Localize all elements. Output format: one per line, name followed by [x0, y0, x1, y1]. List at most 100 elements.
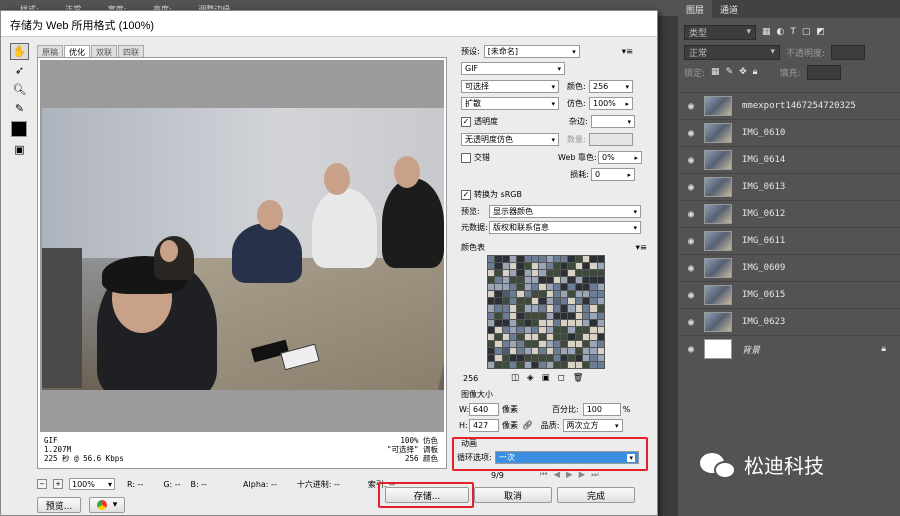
color-swatch[interactable]	[590, 284, 597, 291]
color-swatch[interactable]	[502, 298, 509, 305]
done-button[interactable]: 完成	[557, 487, 635, 503]
lock-paint-icon[interactable]: ✎	[726, 67, 734, 77]
fill-field[interactable]	[806, 64, 841, 80]
color-swatch[interactable]	[539, 270, 546, 277]
color-swatch[interactable]	[539, 298, 546, 305]
dither-amount[interactable]: 100% ▸	[589, 97, 633, 110]
color-swatch[interactable]	[524, 305, 531, 312]
color-swatch[interactable]	[517, 291, 524, 298]
color-swatch[interactable]	[488, 333, 495, 340]
color-swatch[interactable]	[546, 305, 553, 312]
color-swatch[interactable]	[488, 291, 495, 298]
color-swatch[interactable]	[502, 284, 509, 291]
convert-srgb-checkbox[interactable]: ✓	[461, 189, 471, 200]
color-swatch[interactable]	[531, 256, 539, 263]
color-swatch[interactable]	[502, 354, 509, 361]
layer-row[interactable]: ◉ IMG_0611	[678, 227, 900, 254]
layer-row[interactable]: ◉ IMG_0612	[678, 200, 900, 227]
color-swatch[interactable]	[553, 298, 561, 305]
color-swatch[interactable]	[546, 354, 553, 361]
color-swatch[interactable]	[568, 354, 575, 361]
color-swatch[interactable]	[502, 263, 509, 270]
color-swatch[interactable]	[509, 256, 517, 263]
panel-menu-icon[interactable]: ▾≡	[622, 47, 633, 57]
cancel-button[interactable]: 取消	[474, 487, 552, 503]
color-swatch[interactable]	[509, 340, 517, 347]
visibility-eye-icon[interactable]: ◉	[678, 155, 704, 166]
lock-color-icon[interactable]: ▣	[542, 373, 550, 383]
color-swatch[interactable]	[531, 291, 539, 298]
layer-lock-icon[interactable]: 🔒︎	[881, 344, 886, 354]
color-swatch[interactable]	[575, 312, 583, 319]
layer-row[interactable]: ◉ IMG_0623	[678, 308, 900, 335]
preview-mode-select[interactable]: 显示器颜色 ▾	[489, 205, 641, 218]
color-swatch[interactable]	[539, 354, 546, 361]
color-swatch[interactable]	[539, 291, 546, 298]
interlaced-checkbox[interactable]	[461, 152, 471, 163]
color-swatch[interactable]	[488, 284, 495, 291]
color-swatch[interactable]	[531, 284, 539, 291]
color-swatch[interactable]	[531, 305, 539, 312]
visibility-eye-icon[interactable]: ◉	[678, 209, 704, 220]
color-swatch[interactable]	[583, 347, 590, 354]
color-swatch[interactable]	[546, 319, 553, 326]
quality-select[interactable]: 两次立方 ▾	[562, 419, 623, 432]
color-swatch[interactable]	[553, 305, 561, 312]
color-swatch[interactable]	[590, 333, 597, 340]
color-swatch[interactable]	[553, 256, 561, 263]
color-swatch[interactable]	[531, 270, 539, 277]
color-swatch[interactable]	[524, 298, 531, 305]
color-swatch[interactable]	[539, 319, 546, 326]
color-swatch[interactable]	[553, 263, 561, 270]
color-swatch[interactable]	[561, 298, 568, 305]
color-swatch[interactable]	[517, 312, 524, 319]
color-swatch[interactable]	[590, 340, 597, 347]
color-swatch[interactable]	[524, 326, 531, 333]
color-swatch[interactable]	[509, 361, 517, 368]
color-swatch[interactable]	[568, 361, 575, 368]
color-swatch[interactable]	[546, 326, 553, 333]
animation-controls[interactable]: ⏮◀▶▶⏭	[540, 470, 605, 480]
color-swatch[interactable]	[495, 354, 502, 361]
smart-filter-icon[interactable]: ◩	[816, 27, 825, 37]
visibility-eye-icon[interactable]: ◉	[678, 101, 704, 112]
tab-layers[interactable]: 图层	[678, 0, 713, 18]
color-swatch[interactable]	[561, 347, 568, 354]
color-swatch[interactable]	[575, 333, 583, 340]
color-swatch[interactable]	[553, 354, 561, 361]
lock-pixels-icon[interactable]: ▦	[711, 67, 720, 77]
color-swatch[interactable]	[495, 263, 502, 270]
color-swatch[interactable]	[502, 256, 509, 263]
color-swatch[interactable]	[488, 354, 495, 361]
color-swatch[interactable]	[561, 312, 568, 319]
color-swatch[interactable]	[575, 263, 583, 270]
color-swatch[interactable]	[488, 270, 495, 277]
color-swatch[interactable]	[546, 284, 553, 291]
color-swatch[interactable]	[488, 298, 495, 305]
layer-kind-select[interactable]: 类型 ▾	[684, 24, 756, 40]
color-swatch[interactable]	[568, 256, 575, 263]
color-swatch[interactable]	[495, 298, 502, 305]
color-swatch[interactable]	[509, 347, 517, 354]
color-swatch[interactable]	[546, 291, 553, 298]
color-swatch[interactable]	[590, 256, 597, 263]
color-swatch[interactable]	[568, 263, 575, 270]
transparency-checkbox[interactable]: ✓	[461, 116, 471, 127]
color-swatch[interactable]	[583, 312, 590, 319]
color-swatch[interactable]	[495, 319, 502, 326]
color-swatch[interactable]	[531, 319, 539, 326]
color-swatch[interactable]	[590, 305, 597, 312]
color-reduction-select[interactable]: 可选择 ▾	[461, 80, 559, 93]
color-table-grid[interactable]	[487, 255, 605, 369]
link-icon[interactable]: 🔗︎	[522, 421, 533, 431]
color-swatch[interactable]	[561, 354, 568, 361]
color-swatch[interactable]	[517, 361, 524, 368]
color-swatch[interactable]	[568, 270, 575, 277]
color-swatch[interactable]	[488, 305, 495, 312]
color-swatch[interactable]	[524, 347, 531, 354]
color-swatch[interactable]	[597, 347, 604, 354]
color-swatch[interactable]	[509, 319, 517, 326]
color-swatch[interactable]	[539, 326, 546, 333]
color-swatch[interactable]	[597, 340, 604, 347]
color-swatch[interactable]	[561, 256, 568, 263]
